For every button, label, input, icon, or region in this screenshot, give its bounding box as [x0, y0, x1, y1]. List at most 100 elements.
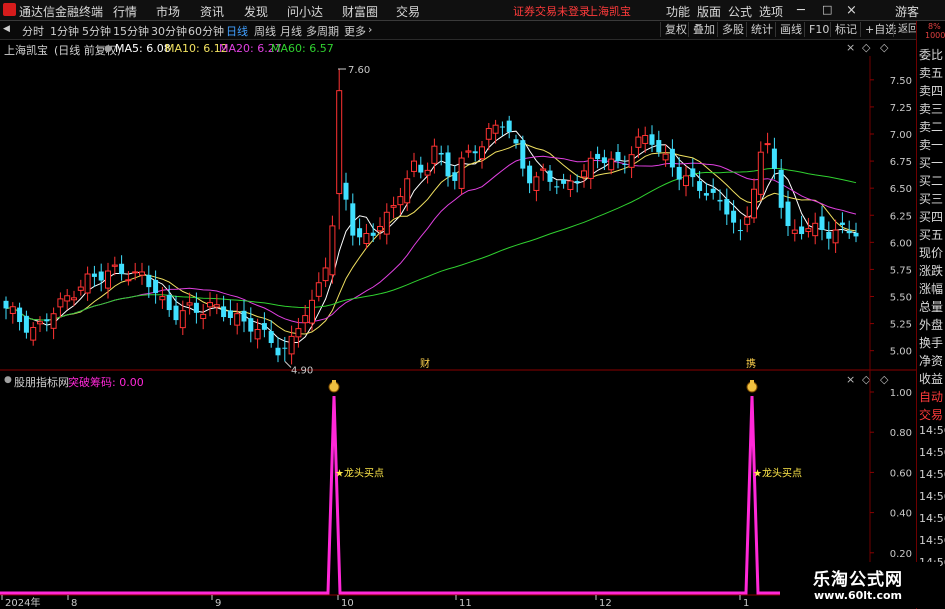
price-tick-label: 6.50	[890, 184, 912, 195]
candle-body	[697, 181, 703, 191]
side-trade-time: 14:56	[919, 424, 945, 437]
side-field-label[interactable]: 卖三	[919, 100, 943, 117]
candle-body	[159, 296, 166, 301]
candle-body	[485, 128, 492, 140]
candle-body	[771, 148, 777, 169]
candle-body	[731, 210, 737, 223]
side-field-label[interactable]: 委比	[919, 46, 943, 63]
kline-chart[interactable]: 7.50 7.25 7.00 6.75 6.50 6.25 6.00 5.75 5.50 5.25…	[0, 0, 916, 609]
candle-body	[37, 321, 43, 325]
candle-body	[676, 166, 682, 180]
candle-body	[812, 222, 819, 237]
candle-body	[445, 152, 451, 177]
indicator-tick-label: 0.60	[890, 468, 912, 479]
main-price-axis: 7.50 7.25 7.00 6.75 6.50 6.25 6.00 5.75 5.50 5.25…	[870, 76, 912, 358]
candle-body	[533, 176, 540, 191]
candle-body	[370, 232, 376, 236]
candle-body	[234, 313, 241, 326]
side-scale-value: 1000	[925, 31, 945, 40]
candle-body	[64, 295, 71, 302]
candle-body	[44, 319, 50, 322]
side-field-label[interactable]: 现价	[919, 244, 943, 261]
indicator-tick-label: 0.40	[890, 509, 912, 520]
candle-body	[431, 145, 438, 164]
candle-body	[724, 199, 730, 215]
side-field-label[interactable]: 净资	[919, 352, 943, 369]
candle-body	[554, 186, 560, 188]
side-field-label[interactable]: 交易	[919, 406, 943, 423]
candle-body	[567, 180, 574, 190]
side-field-label[interactable]: 自动	[919, 388, 943, 405]
side-field-label[interactable]: 买五	[919, 226, 943, 243]
side-field-label[interactable]: 卖五	[919, 64, 943, 81]
candle-body	[139, 271, 145, 276]
candle-body	[690, 168, 696, 178]
side-field-label[interactable]: 买四	[919, 208, 943, 225]
candle-body	[703, 193, 709, 196]
price-tick-label: 5.25	[890, 320, 912, 331]
candle-body	[105, 270, 111, 289]
candle-body	[227, 310, 233, 318]
candle-body	[166, 294, 172, 311]
candle-body	[288, 335, 295, 355]
candle-body	[17, 307, 23, 323]
candle-body	[791, 229, 798, 234]
side-trade-time: 14:56	[919, 512, 945, 525]
candle-body	[418, 164, 424, 173]
candle-body	[329, 225, 336, 276]
candle-body	[221, 306, 227, 318]
date-axis: 2024年 8 9 10 11 12 1	[1, 595, 749, 609]
moving-average-lines	[5, 130, 857, 344]
candle-body	[179, 310, 186, 329]
candle-body	[458, 157, 465, 189]
candle-body	[30, 326, 37, 341]
side-field-label[interactable]: 买三	[919, 190, 943, 207]
ma5-line	[5, 130, 857, 344]
side-field-label[interactable]: 卖四	[919, 82, 943, 99]
event-marker[interactable]: 携	[746, 357, 756, 370]
candle-body	[832, 229, 839, 244]
side-trade-time: 14:56	[919, 468, 945, 481]
price-tick-label: 7.25	[890, 103, 912, 114]
candle-body	[757, 151, 764, 195]
side-field-label[interactable]: 外盘	[919, 316, 943, 333]
candle-body	[622, 163, 628, 165]
side-field-label[interactable]: 买一	[919, 154, 943, 171]
buy-point-label: ★龙头买点	[753, 466, 802, 479]
date-tick-label: 9	[215, 598, 221, 609]
indicator-series: ★龙头买点 ★龙头买点	[0, 380, 916, 595]
indicator-axis: 1.00 0.80 0.60 0.40 0.20	[870, 388, 912, 560]
candle-body	[173, 305, 179, 321]
price-tick-label: 7.50	[890, 76, 912, 87]
candle-body	[547, 170, 553, 182]
side-trade-time: 14:56	[919, 490, 945, 503]
side-field-label[interactable]: 买二	[919, 172, 943, 189]
price-tick-label: 7.00	[890, 130, 912, 141]
price-tick-label: 5.75	[890, 265, 912, 276]
side-field-label[interactable]: 换手	[919, 334, 943, 351]
side-field-label[interactable]: 涨幅	[919, 280, 943, 297]
side-field-label[interactable]: 总量	[919, 298, 943, 315]
candle-body	[411, 160, 417, 172]
candle-body	[23, 315, 29, 333]
candle-body	[527, 165, 533, 184]
side-field-label[interactable]: 涨跌	[919, 262, 943, 279]
side-field-label[interactable]: 收益	[919, 370, 943, 387]
event-marker[interactable]: 财	[420, 357, 430, 370]
date-tick-label: 2024年	[5, 596, 40, 609]
candle-body	[595, 153, 601, 160]
candle-body	[839, 222, 845, 225]
candle-body	[492, 124, 499, 134]
candle-body	[615, 151, 621, 162]
side-field-label[interactable]: 卖一	[919, 136, 943, 153]
candle-body	[506, 120, 512, 132]
candle-body	[146, 274, 152, 288]
price-tick-label: 6.25	[890, 211, 912, 222]
side-field-label[interactable]: 卖二	[919, 118, 943, 135]
indicator-tick-label: 0.20	[890, 549, 912, 560]
candle-body	[302, 315, 309, 324]
candle-body	[853, 232, 859, 237]
price-annotations: 7.60 4.90 财 携	[284, 65, 756, 377]
candle-body	[295, 328, 302, 338]
watermark-url: www.60lt.com	[814, 589, 903, 602]
